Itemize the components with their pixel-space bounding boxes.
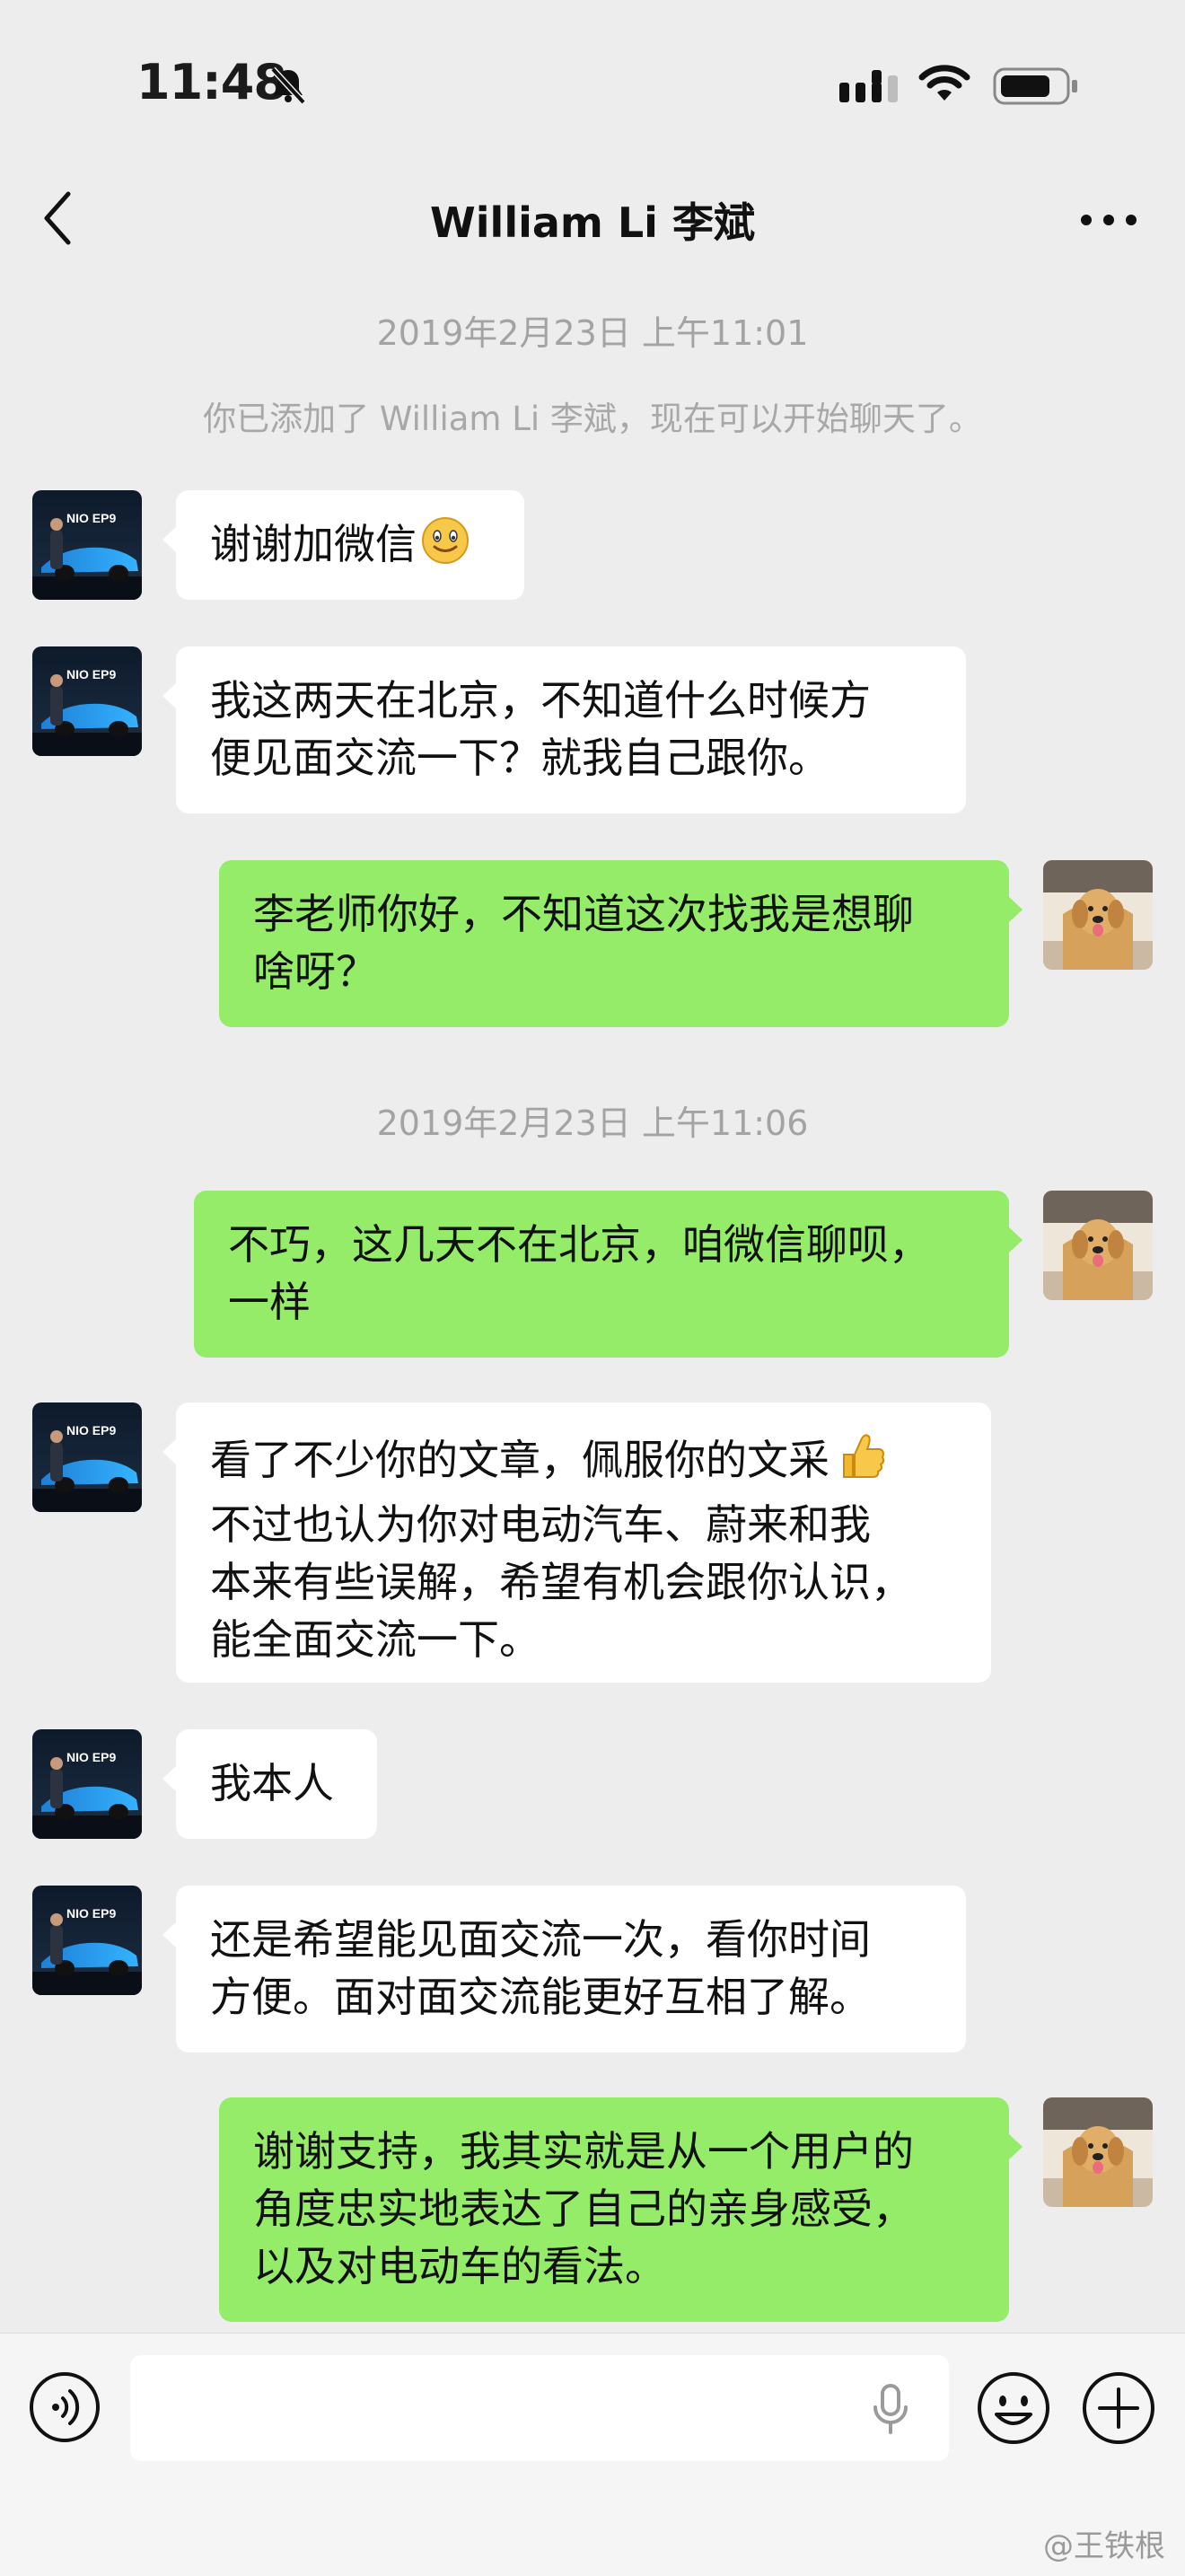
wifi-icon xyxy=(917,65,971,108)
message-line: 能全面交流一下。 xyxy=(210,1615,540,1664)
message-line: 还是希望能见面交流一次，看你时间 xyxy=(210,1915,871,1964)
message-line: 本来有些误解，希望有机会跟你认识， xyxy=(210,1558,912,1606)
message-input[interactable] xyxy=(130,2355,949,2461)
voice-input-button[interactable] xyxy=(29,2371,101,2443)
chat-timestamp: 2019年2月23日 上午11:01 xyxy=(376,313,809,353)
chat-message-incoming[interactable]: 看了不少你的文章，佩服你的文采 不过也认为你对电动汽车、蔚来和我 本来有些误解，… xyxy=(162,1402,991,1683)
message-line: 方便。面对面交流能更好互相了解。 xyxy=(210,1973,871,2021)
thumbs-up-emoji-icon xyxy=(833,1428,887,1496)
more-button[interactable] xyxy=(1077,198,1140,242)
message-text: 我本人 xyxy=(210,1759,334,1807)
message-line: 不过也认为你对电动汽车、蔚来和我 xyxy=(210,1500,871,1549)
emoji-button[interactable] xyxy=(977,2371,1050,2445)
status-time: 11:48 xyxy=(136,54,287,110)
chat-timestamp: 2019年2月23日 上午11:06 xyxy=(376,1103,809,1143)
avatar[interactable] xyxy=(1043,2097,1153,2207)
chat-message-outgoing[interactable]: 不巧，这几天不在北京，咱微信聊呗， 一样 xyxy=(194,1191,1023,1358)
avatar[interactable]: NIO EP9 xyxy=(32,1402,142,1512)
avatar[interactable]: NIO EP9 xyxy=(32,1729,142,1839)
chat-message-outgoing[interactable]: 李老师你好，不知道这次找我是想聊 啥呀？ xyxy=(219,860,1023,1027)
microphone-icon[interactable] xyxy=(868,2382,913,2436)
message-line: 我这两天在北京，不知道什么时候方 xyxy=(210,676,871,725)
signal-icon xyxy=(839,68,900,108)
plus-icon xyxy=(1083,2372,1154,2444)
page-title: William Li 李斌 xyxy=(430,198,755,247)
avatar[interactable] xyxy=(1043,860,1153,970)
more-icon xyxy=(1081,215,1137,225)
svg-text:NIO EP9: NIO EP9 xyxy=(66,1750,116,1764)
message-text: 谢谢加微信 xyxy=(210,520,417,568)
smile-emoji-icon xyxy=(420,515,470,580)
message-line: 李老师你好，不知道这次找我是想聊 xyxy=(253,890,914,938)
voice-input-icon xyxy=(30,2372,100,2442)
watermark: @王铁根 xyxy=(1043,2528,1165,2564)
bell-slash-icon xyxy=(268,65,309,110)
message-line: 角度忠实地表达了自己的亲身感受， xyxy=(253,2185,914,2233)
chat-message-incoming[interactable]: 我本人 xyxy=(162,1729,377,1839)
message-line: 不巧，这几天不在北京，咱微信聊呗， xyxy=(228,1220,930,1269)
chat-header: William Li 李斌 xyxy=(0,171,1185,269)
svg-text:NIO EP9: NIO EP9 xyxy=(66,667,116,681)
message-line: 谢谢支持，我其实就是从一个用户的 xyxy=(253,2127,914,2176)
message-line: 一样 xyxy=(228,1278,311,1326)
chat-message-incoming[interactable]: 还是希望能见面交流一次，看你时间 方便。面对面交流能更好互相了解。 xyxy=(162,1886,966,2053)
chat-message-incoming[interactable]: 我这两天在北京，不知道什么时候方 便见面交流一下？就我自己跟你。 xyxy=(162,646,966,813)
plus-button[interactable] xyxy=(1082,2371,1155,2445)
emoji-icon xyxy=(978,2372,1049,2444)
avatar[interactable]: NIO EP9 xyxy=(32,1886,142,1995)
message-line: 以及对电动车的看法。 xyxy=(253,2242,666,2290)
message-line: 看了不少你的文章，佩服你的文采 xyxy=(210,1436,830,1484)
avatar[interactable] xyxy=(1043,1191,1153,1300)
avatar[interactable]: NIO EP9 xyxy=(32,646,142,756)
status-bar: 11:48 xyxy=(0,0,1185,171)
battery-icon xyxy=(993,66,1079,110)
input-bar xyxy=(0,2333,1185,2576)
chat-message-outgoing[interactable]: 谢谢支持，我其实就是从一个用户的 角度忠实地表达了自己的亲身感受， 以及对电动车… xyxy=(219,2097,1023,2322)
svg-text:NIO EP9: NIO EP9 xyxy=(66,511,116,525)
avatar[interactable]: NIO EP9 xyxy=(32,490,142,600)
svg-text:NIO EP9: NIO EP9 xyxy=(66,1423,116,1437)
message-line: 啥呀？ xyxy=(253,947,377,996)
message-line: 便见面交流一下？就我自己跟你。 xyxy=(210,734,830,782)
svg-text:NIO EP9: NIO EP9 xyxy=(66,1906,116,1921)
added-friend-notice: 你已添加了 William Li 李斌，现在可以开始聊天了。 xyxy=(203,400,982,438)
chat-message-incoming[interactable]: 谢谢加微信 xyxy=(162,490,524,600)
